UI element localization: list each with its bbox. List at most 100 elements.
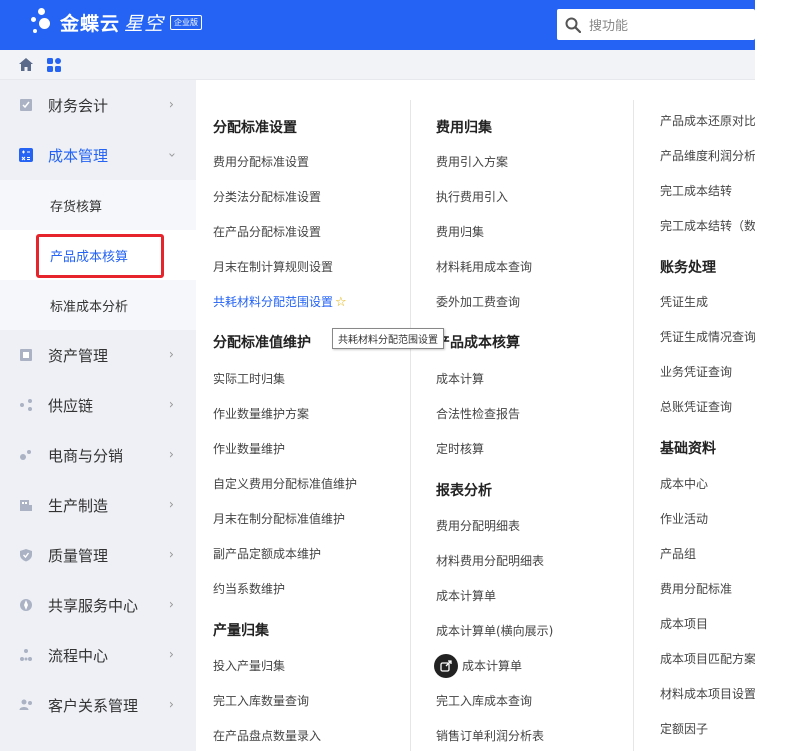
menu-link[interactable]: 费用引入方案	[436, 153, 508, 170]
menu-link[interactable]: 投入产量归集	[213, 657, 285, 674]
sidebar-subitem-product-cost-accounting[interactable]: 产品成本核算	[0, 230, 196, 280]
menu-link[interactable]: 总账凭证查询	[660, 398, 732, 415]
menu-link[interactable]: 产品组	[660, 545, 696, 562]
section-title: 产量归集	[213, 623, 269, 639]
sidebar-subitem-label: 存货核算	[50, 199, 103, 215]
menu-link[interactable]: 执行费用引入	[436, 188, 508, 205]
sidebar-subitem-standard-cost-analysis[interactable]: 标准成本分析	[0, 280, 196, 330]
star-icon[interactable]: ☆	[335, 295, 347, 310]
menu-link[interactable]: 完工成本结转（数	[660, 217, 756, 234]
menu-link[interactable]: 材料费用分配明细表	[436, 552, 544, 569]
sidebar-item-crm[interactable]: 客户关系管理 ›	[0, 680, 196, 730]
menu-link[interactable]: 在产品盘点数量录入	[213, 727, 321, 744]
sidebar-subitem-label: 产品成本核算	[50, 249, 129, 265]
sidebar-item-label: 电商与分销	[48, 446, 124, 465]
sidebar-item-ecommerce[interactable]: 电商与分销 ›	[0, 430, 196, 480]
menu-link[interactable]: 成本计算单	[436, 587, 496, 604]
menu-link[interactable]: 成本中心	[660, 475, 708, 492]
section-title: 报表分析	[436, 483, 492, 499]
chevron-right-icon: ›	[168, 497, 174, 513]
sidebar-item-label: 供应链	[48, 396, 94, 415]
sidebar-item-asset-management[interactable]: 资产管理 ›	[0, 330, 196, 380]
menu-link-label: 共耗材料分配范围设置	[213, 295, 334, 309]
sidebar-item-cost-management[interactable]: 成本管理 ›	[0, 130, 196, 180]
menu-link[interactable]: 业务凭证查询	[660, 363, 732, 380]
menu-link[interactable]: 合法性检查报告	[436, 405, 520, 422]
section-title: 分配标准设置	[213, 120, 297, 136]
sidebar-item-supply-chain[interactable]: 供应链 ›	[0, 380, 196, 430]
section-title: 账务处理	[660, 260, 716, 276]
menu-link[interactable]: 月末在制计算规则设置	[213, 258, 333, 275]
menu-link[interactable]: 作业活动	[660, 510, 708, 527]
menu-link[interactable]: 产品维度利润分析	[660, 147, 756, 164]
sidebar-subitem-label: 标准成本分析	[50, 299, 129, 315]
sidebar-item-manufacturing[interactable]: 生产制造 ›	[0, 480, 196, 530]
menu-link[interactable]: 定时核算	[436, 440, 484, 457]
sidebar-item-process-center[interactable]: 流程中心 ›	[0, 630, 196, 680]
menu-link[interactable]: 自定义费用分配标准值维护	[213, 475, 357, 492]
brand-sub: 星空	[124, 12, 165, 35]
sidebar-item-label: 生产制造	[48, 496, 109, 515]
menu-link[interactable]: 在产品分配标准设置	[213, 223, 321, 240]
app-window: 金蝶云 星空 企业版 搜功能 财务会计 › 成本管理 › 存货核算 产品成本核算…	[0, 0, 800, 751]
menu-link-hovered[interactable]: 共耗材料分配范围设置 ☆	[213, 293, 347, 310]
menu-link[interactable]: 成本计算单	[462, 657, 522, 674]
menu-link[interactable]: 月末在制分配标准值维护	[213, 510, 345, 527]
menu-link[interactable]: 定额因子	[660, 720, 708, 737]
search-placeholder: 搜功能	[589, 19, 629, 34]
chevron-right-icon: ›	[168, 597, 174, 613]
chevron-down-icon: ›	[163, 152, 179, 158]
menu-link[interactable]: 分类法分配标准设置	[213, 188, 321, 205]
menu-link[interactable]: 材料成本项目设置	[660, 685, 756, 702]
menu-link[interactable]: 作业数量维护方案	[213, 405, 309, 422]
menu-link[interactable]: 费用分配标准	[660, 580, 732, 597]
sidebar-item-label: 成本管理	[48, 146, 109, 165]
menu-link[interactable]: 约当系数维护	[213, 580, 285, 597]
menu-link[interactable]: 完工成本结转	[660, 182, 732, 199]
asset-icon	[18, 347, 34, 363]
menu-link[interactable]: 副产品定额成本维护	[213, 545, 321, 562]
tooltip: 共耗材料分配范围设置	[332, 328, 444, 349]
menu-link[interactable]: 费用分配明细表	[436, 517, 520, 534]
sidebar-item-label: 共享服务中心	[48, 596, 139, 615]
menu-link[interactable]: 销售订单利润分析表	[436, 727, 544, 744]
sidebar-item-quality[interactable]: 质量管理 ›	[0, 530, 196, 580]
chevron-right-icon: ›	[168, 697, 174, 713]
chevron-right-icon: ›	[168, 547, 174, 563]
floating-action-button[interactable]	[434, 654, 458, 678]
menu-link[interactable]: 费用归集	[436, 223, 484, 240]
menu-link[interactable]: 成本项目匹配方案	[660, 650, 756, 667]
section-title: 基础资料	[660, 441, 716, 457]
menu-link[interactable]: 实际工时归集	[213, 370, 285, 387]
menu-link[interactable]: 作业数量维护	[213, 440, 285, 457]
sidebar-item-finance[interactable]: 财务会计 ›	[0, 80, 196, 130]
share-icon	[440, 660, 452, 672]
section-title: 费用归集	[436, 120, 492, 136]
menu-link[interactable]: 凭证生成情况查询	[660, 328, 756, 345]
home-icon[interactable]	[18, 57, 34, 72]
customer-icon	[18, 697, 34, 713]
menu-link[interactable]: 完工入库数量查询	[213, 692, 309, 709]
column-divider	[410, 100, 411, 751]
sidebar-item-label: 资产管理	[48, 346, 109, 365]
brand-logo[interactable]: 金蝶云 星空 企业版	[30, 6, 203, 38]
apps-icon[interactable]	[46, 57, 62, 73]
menu-link[interactable]: 成本计算单(横向展示)	[436, 622, 553, 639]
menu-link[interactable]: 成本计算	[436, 370, 484, 387]
menu-link[interactable]: 材料耗用成本查询	[436, 258, 532, 275]
menu-panel: 分配标准设置 费用分配标准设置 分类法分配标准设置 在产品分配标准设置 月末在制…	[196, 80, 756, 751]
shared-service-icon	[18, 597, 34, 613]
sidebar-subitem-inventory-accounting[interactable]: 存货核算	[0, 180, 196, 230]
logo-icon	[30, 6, 56, 38]
menu-link[interactable]: 成本项目	[660, 615, 708, 632]
section-title: 产品成本核算	[436, 335, 520, 351]
page-gutter	[755, 0, 800, 751]
menu-link[interactable]: 凭证生成	[660, 293, 708, 310]
menu-link[interactable]: 费用分配标准设置	[213, 153, 309, 170]
sidebar-item-shared-service[interactable]: 共享服务中心 ›	[0, 580, 196, 630]
search-input[interactable]: 搜功能	[557, 9, 755, 40]
menu-link[interactable]: 完工入库成本查询	[436, 692, 532, 709]
menu-link[interactable]: 委外加工费查询	[436, 293, 520, 310]
menu-link[interactable]: 产品成本还原对比	[660, 112, 756, 129]
top-bar: 金蝶云 星空 企业版 搜功能	[0, 0, 755, 50]
